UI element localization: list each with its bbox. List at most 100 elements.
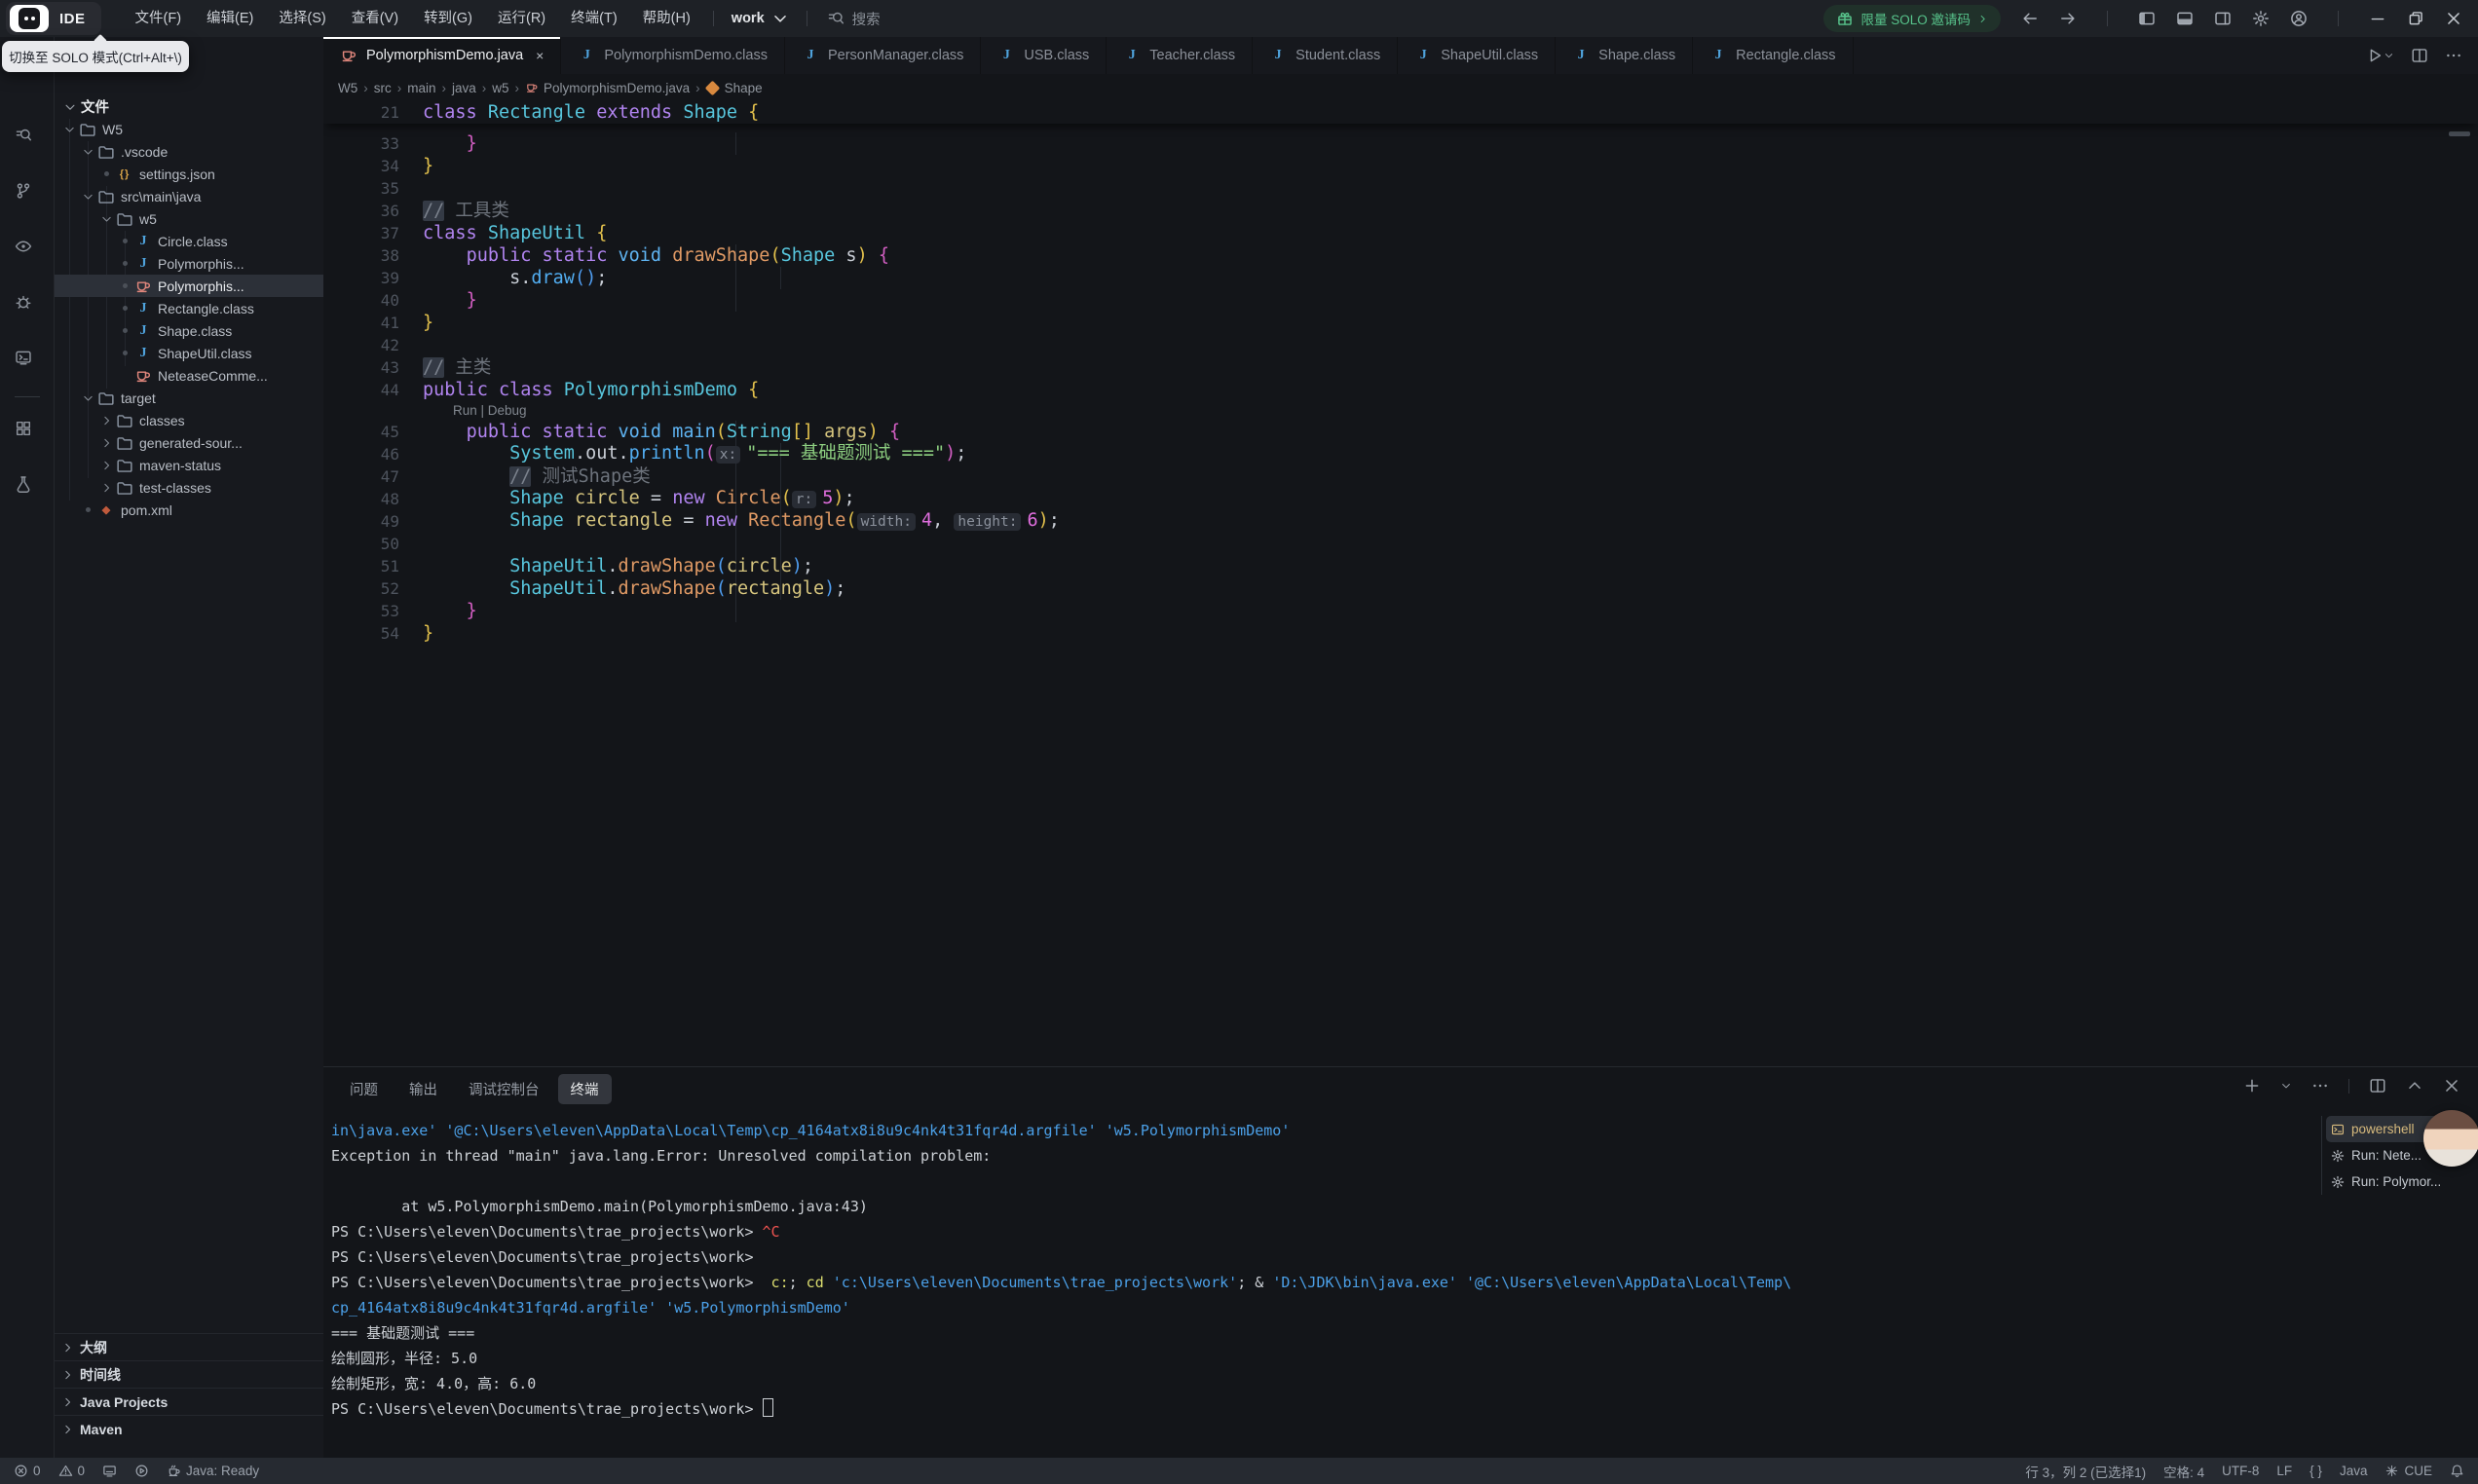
explorer-section-header[interactable]: 文件 [54, 95, 323, 118]
tree-item[interactable]: generated-sour... [54, 431, 323, 454]
tree-item[interactable]: NeteaseComme... [54, 364, 323, 387]
app-logo[interactable]: IDE [6, 2, 101, 35]
tree-item[interactable]: src\main\java [54, 185, 323, 207]
editor-tab[interactable]: JPolymorphismDemo.class [561, 37, 785, 74]
tree-item[interactable]: test-classes [54, 476, 323, 499]
tab-close-icon[interactable]: × [536, 48, 544, 63]
tree-item[interactable]: W5 [54, 118, 323, 140]
chevron-down-icon[interactable] [2280, 1077, 2292, 1094]
panel-tab-调试控制台[interactable]: 调试控制台 [456, 1074, 552, 1104]
status-item[interactable]: CUE [2384, 1464, 2432, 1478]
editor-tab[interactable]: JShapeUtil.class [1398, 37, 1556, 74]
tree-item[interactable]: target [54, 387, 323, 409]
tree-item[interactable]: ◆pom.xml [54, 499, 323, 521]
status-item[interactable]: UTF-8 [2222, 1464, 2259, 1478]
activity-bug[interactable] [15, 293, 40, 318]
panel-left-icon[interactable] [2138, 10, 2156, 27]
sidebar-section-Maven[interactable]: Maven [54, 1415, 323, 1442]
status-item[interactable]: LF [2276, 1464, 2292, 1478]
menu-item[interactable]: 帮助(H) [630, 0, 703, 37]
tree-item[interactable]: maven-status [54, 454, 323, 476]
tree-item[interactable]: JShape.class [54, 319, 323, 342]
menu-item[interactable]: 查看(V) [339, 0, 411, 37]
panel-tab-问题[interactable]: 问题 [337, 1074, 391, 1104]
restore-button[interactable] [2407, 10, 2424, 27]
menu-item[interactable]: 运行(R) [485, 0, 558, 37]
breadcrumb-item[interactable]: Shape [706, 81, 763, 95]
workspace-switcher[interactable]: work [724, 10, 797, 27]
editor-tab[interactable]: JRectangle.class [1693, 37, 1853, 74]
plus-icon[interactable] [2243, 1077, 2261, 1094]
editor-tab[interactable]: JTeacher.class [1107, 37, 1253, 74]
chevron-up-icon[interactable] [2406, 1077, 2423, 1094]
activity-search[interactable] [15, 127, 40, 152]
editor-tab[interactable]: JStudent.class [1253, 37, 1398, 74]
status-item[interactable]: 0 [58, 1464, 86, 1478]
solo-invite-badge[interactable]: 限量 SOLO 邀请码 [1823, 5, 2001, 32]
arrow-left-icon[interactable] [2021, 10, 2039, 27]
panel-bottom-icon[interactable] [2176, 10, 2194, 27]
menu-item[interactable]: 选择(S) [266, 0, 338, 37]
menu-item[interactable]: 编辑(E) [194, 0, 266, 37]
sidebar-section-时间线[interactable]: 时间线 [54, 1360, 323, 1388]
editor-tab[interactable]: JPersonManager.class [785, 37, 981, 74]
tree-item[interactable]: JRectangle.class [54, 297, 323, 319]
terminal-output[interactable]: in\java.exe' '@C:\Users\eleven\AppData\L… [331, 1118, 2322, 1422]
activity-console[interactable] [15, 349, 40, 374]
activity-eye[interactable] [15, 238, 40, 263]
split-icon[interactable] [2369, 1077, 2386, 1094]
editor-tab[interactable]: PolymorphismDemo.java× [323, 37, 561, 74]
run-button[interactable] [2366, 47, 2394, 64]
status-item[interactable]: Java: Ready [167, 1464, 259, 1478]
activity-source-control[interactable] [15, 182, 40, 207]
status-item[interactable]: 0 [14, 1464, 41, 1478]
arrow-right-icon[interactable] [2059, 10, 2077, 27]
close-icon[interactable] [2443, 1077, 2460, 1094]
tree-item[interactable]: JPolymorphis... [54, 252, 323, 275]
terminal-list-item[interactable]: Run: Polymor... [2326, 1169, 2472, 1195]
breadcrumb-item[interactable]: PolymorphismDemo.java [525, 81, 690, 95]
status-item[interactable]: 空格: 4 [2163, 1462, 2204, 1481]
kebab-icon[interactable] [2445, 47, 2462, 64]
minimize-button[interactable] [2369, 10, 2386, 27]
menu-item[interactable]: 终端(T) [558, 0, 630, 37]
code-editor[interactable]: 21class Rectangle extends Shape {33 }34}… [323, 101, 2478, 1066]
activity-flask[interactable] [15, 475, 40, 501]
status-item[interactable] [2450, 1464, 2464, 1478]
assistant-avatar[interactable] [2423, 1110, 2478, 1167]
status-item[interactable]: Java [2340, 1464, 2368, 1478]
tree-item[interactable]: {}settings.json [54, 163, 323, 185]
tree-item[interactable]: JCircle.class [54, 230, 323, 252]
panel-tab-输出[interactable]: 输出 [396, 1074, 450, 1104]
global-search[interactable]: 搜索 [817, 9, 890, 29]
panel-right-icon[interactable] [2214, 10, 2232, 27]
tree-item[interactable]: classes [54, 409, 323, 431]
menu-item[interactable]: 文件(F) [123, 0, 195, 37]
split-icon[interactable] [2411, 47, 2428, 64]
account-icon[interactable] [2290, 10, 2308, 27]
breadcrumb-item[interactable]: src [374, 81, 392, 95]
panel-tab-终端[interactable]: 终端 [558, 1074, 612, 1104]
breadcrumb-item[interactable]: w5 [492, 81, 508, 95]
kebab-icon[interactable] [2311, 1077, 2329, 1094]
status-item[interactable]: { } [2309, 1464, 2322, 1478]
breadcrumb-item[interactable]: main [407, 81, 435, 95]
editor-tab[interactable]: JUSB.class [981, 37, 1107, 74]
status-item[interactable] [134, 1464, 149, 1478]
sidebar-section-大纲[interactable]: 大纲 [54, 1333, 323, 1360]
tree-item[interactable]: w5 [54, 207, 323, 230]
tree-item[interactable]: Polymorphis... [54, 275, 323, 297]
tree-item[interactable]: .vscode [54, 140, 323, 163]
breadcrumb-item[interactable]: W5 [338, 81, 357, 95]
gear-icon[interactable] [2252, 10, 2270, 27]
status-item[interactable] [102, 1464, 117, 1478]
breadcrumb-item[interactable]: java [452, 81, 476, 95]
activity-extensions[interactable] [15, 420, 40, 445]
tree-item[interactable]: JShapeUtil.class [54, 342, 323, 364]
sidebar-section-Java Projects[interactable]: Java Projects [54, 1388, 323, 1415]
status-item[interactable]: 行 3，列 2 (已选择1) [2025, 1462, 2146, 1481]
codelens-run-debug[interactable]: Run | Debug [453, 401, 527, 421]
close-button[interactable] [2445, 10, 2462, 27]
menu-item[interactable]: 转到(G) [411, 0, 485, 37]
editor-tab[interactable]: JShape.class [1556, 37, 1693, 74]
